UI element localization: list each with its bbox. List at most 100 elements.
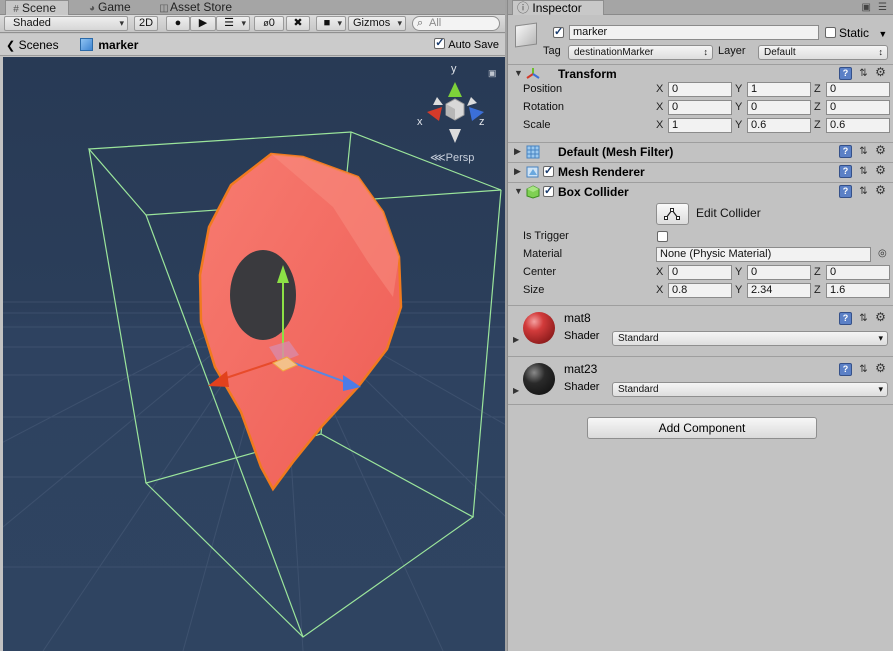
layer-dropdown[interactable]: Default bbox=[758, 45, 888, 60]
center-z-field[interactable]: 0 bbox=[826, 265, 890, 280]
position-x-field[interactable]: 0 bbox=[668, 82, 732, 97]
position-y-field[interactable]: 1 bbox=[747, 82, 811, 97]
menu-icon[interactable]: ☰ bbox=[878, 2, 887, 13]
camera-dropdown[interactable]: ■ bbox=[316, 16, 346, 31]
tools-button[interactable]: ✖ bbox=[286, 16, 310, 31]
transform-tools: ? ⇅ ⚙ bbox=[839, 66, 889, 81]
lock-icon[interactable]: ▣ bbox=[862, 2, 871, 13]
help-icon[interactable]: ? bbox=[839, 185, 852, 198]
scale-z-field[interactable]: 0.6 bbox=[826, 118, 890, 133]
collapse-arrow-icon[interactable]: ▶ bbox=[514, 146, 521, 157]
scale-x-field[interactable]: 1 bbox=[668, 118, 732, 133]
static-checkbox[interactable] bbox=[825, 27, 836, 38]
collapse-arrow-icon[interactable]: ▶ bbox=[513, 335, 519, 344]
position-z-field[interactable]: 0 bbox=[826, 82, 890, 97]
axis-y-label: Y bbox=[735, 83, 743, 95]
projection-toggle[interactable]: ⋘Persp bbox=[430, 151, 474, 164]
preset-icon[interactable]: ⇅ bbox=[857, 185, 870, 198]
collapse-arrow-icon[interactable]: ▶ bbox=[514, 166, 521, 177]
help-icon[interactable]: ? bbox=[839, 363, 852, 376]
preset-icon[interactable]: ⇅ bbox=[857, 145, 870, 158]
tab-inspector[interactable]: ⓘ Inspector bbox=[512, 0, 604, 15]
gizmos-label: Gizmos bbox=[353, 17, 391, 29]
physic-material-field[interactable]: None (Physic Material) bbox=[656, 247, 871, 262]
mode-2d-button[interactable]: 2D bbox=[134, 16, 158, 31]
gear-icon[interactable]: ⚙ bbox=[874, 164, 887, 177]
gear-icon[interactable]: ⚙ bbox=[874, 66, 887, 79]
material-preview-sphere bbox=[523, 363, 555, 395]
static-dropdown-icon[interactable]: ▼ bbox=[878, 29, 887, 39]
collapse-arrow-icon[interactable]: ▶ bbox=[513, 386, 519, 395]
box-collider-header[interactable]: ▼ Box Collider ? ⇅ ⚙ bbox=[508, 182, 893, 201]
scene-viewport[interactable]: ▣ y z x ⋘Persp bbox=[3, 57, 505, 651]
expand-arrow-icon[interactable]: ▼ bbox=[514, 186, 523, 196]
tab-scene[interactable]: # Scene bbox=[5, 0, 69, 15]
transform-header[interactable]: ▼ Transform ? ⇅ ⚙ bbox=[508, 64, 893, 83]
gear-icon[interactable]: ⚙ bbox=[874, 362, 887, 375]
center-y-field[interactable]: 0 bbox=[747, 265, 811, 280]
mesh-filter-title: Default (Mesh Filter) bbox=[558, 145, 674, 159]
shader-dropdown[interactable]: Standard bbox=[612, 382, 888, 397]
is-trigger-checkbox[interactable] bbox=[657, 231, 668, 242]
breadcrumb-scenes[interactable]: ❮ Scenes bbox=[6, 37, 59, 53]
help-icon[interactable]: ? bbox=[839, 165, 852, 178]
edit-collider-icon bbox=[664, 208, 680, 220]
add-component-button[interactable]: Add Component bbox=[587, 417, 817, 439]
gear-icon[interactable]: ⚙ bbox=[874, 311, 887, 324]
lighting-toggle[interactable]: ● bbox=[166, 16, 190, 31]
expand-arrow-icon[interactable]: ▼ bbox=[514, 68, 523, 78]
size-x-field[interactable]: 0.8 bbox=[668, 283, 732, 298]
hidden-count: 0 bbox=[268, 17, 275, 29]
scale-y-field[interactable]: 0.6 bbox=[747, 118, 811, 133]
active-checkbox[interactable] bbox=[553, 25, 564, 38]
static-toggle[interactable]: Static ▼ bbox=[825, 26, 887, 40]
bag-icon: ◫ bbox=[159, 3, 169, 14]
tab-asset-store[interactable]: ◫Asset Store bbox=[154, 0, 250, 15]
rotation-z-field[interactable]: 0 bbox=[826, 100, 890, 115]
position-z-value: 0 bbox=[830, 83, 837, 95]
shader-dropdown[interactable]: Standard bbox=[612, 331, 888, 346]
rotation-y-field[interactable]: 0 bbox=[747, 100, 811, 115]
edit-collider-button[interactable] bbox=[656, 203, 689, 225]
axis-y-label: Y bbox=[735, 101, 743, 113]
center-y-value: 0 bbox=[751, 266, 758, 278]
audio-toggle[interactable]: ▶ bbox=[190, 16, 216, 31]
tag-dropdown[interactable]: destinationMarker bbox=[568, 45, 713, 60]
object-name-field[interactable]: marker bbox=[569, 25, 819, 40]
help-icon[interactable]: ? bbox=[839, 67, 852, 80]
axis-x-label: X bbox=[656, 119, 664, 131]
gear-icon[interactable]: ⚙ bbox=[874, 144, 887, 157]
effects-dropdown[interactable]: ☰ bbox=[216, 16, 250, 31]
inspector-tabbar: ⓘ Inspector ▣ ☰ bbox=[508, 0, 893, 15]
axis-x-label: X bbox=[656, 284, 664, 296]
rotation-x-field[interactable]: 0 bbox=[668, 100, 732, 115]
scene-tabbar: # Scene ◕ Game ◫Asset Store bbox=[0, 0, 505, 15]
size-y-field[interactable]: 2.34 bbox=[747, 283, 811, 298]
box-collider-enabled-checkbox[interactable] bbox=[543, 184, 554, 197]
material-tools: ? ⇅ ⚙ bbox=[839, 311, 889, 326]
hidden-objects-toggle[interactable]: ø0 bbox=[254, 16, 284, 31]
gear-icon[interactable]: ⚙ bbox=[874, 184, 887, 197]
size-x-value: 0.8 bbox=[672, 284, 688, 296]
scene-search-input[interactable]: All bbox=[412, 16, 500, 31]
help-icon[interactable]: ? bbox=[839, 145, 852, 158]
lock-icon[interactable]: ▣ bbox=[488, 68, 497, 78]
auto-save-checkbox[interactable] bbox=[434, 36, 446, 50]
auto-save-toggle[interactable]: Auto Save bbox=[434, 36, 499, 52]
size-z-field[interactable]: 1.6 bbox=[826, 283, 890, 298]
help-icon[interactable]: ? bbox=[839, 312, 852, 325]
object-picker-icon[interactable]: ◎ bbox=[878, 248, 887, 259]
tab-game[interactable]: ◕ Game bbox=[82, 0, 144, 15]
preset-icon[interactable]: ⇅ bbox=[857, 363, 870, 376]
preset-icon[interactable]: ⇅ bbox=[857, 312, 870, 325]
preset-icon[interactable]: ⇅ bbox=[857, 67, 870, 80]
preset-icon[interactable]: ⇅ bbox=[857, 165, 870, 178]
shading-mode-dropdown[interactable]: Shaded bbox=[4, 16, 128, 31]
orientation-gizmo[interactable] bbox=[427, 82, 484, 143]
center-x-field[interactable]: 0 bbox=[668, 265, 732, 280]
mesh-renderer-enabled-checkbox[interactable] bbox=[543, 164, 554, 177]
mesh-filter-header[interactable]: ▶ Default (Mesh Filter) ? ⇅ ⚙ bbox=[508, 142, 893, 161]
mesh-renderer-header[interactable]: ▶ Mesh Renderer ? ⇅ ⚙ bbox=[508, 162, 893, 181]
gizmos-dropdown[interactable]: Gizmos bbox=[348, 16, 406, 31]
position-x-value: 0 bbox=[672, 83, 679, 95]
